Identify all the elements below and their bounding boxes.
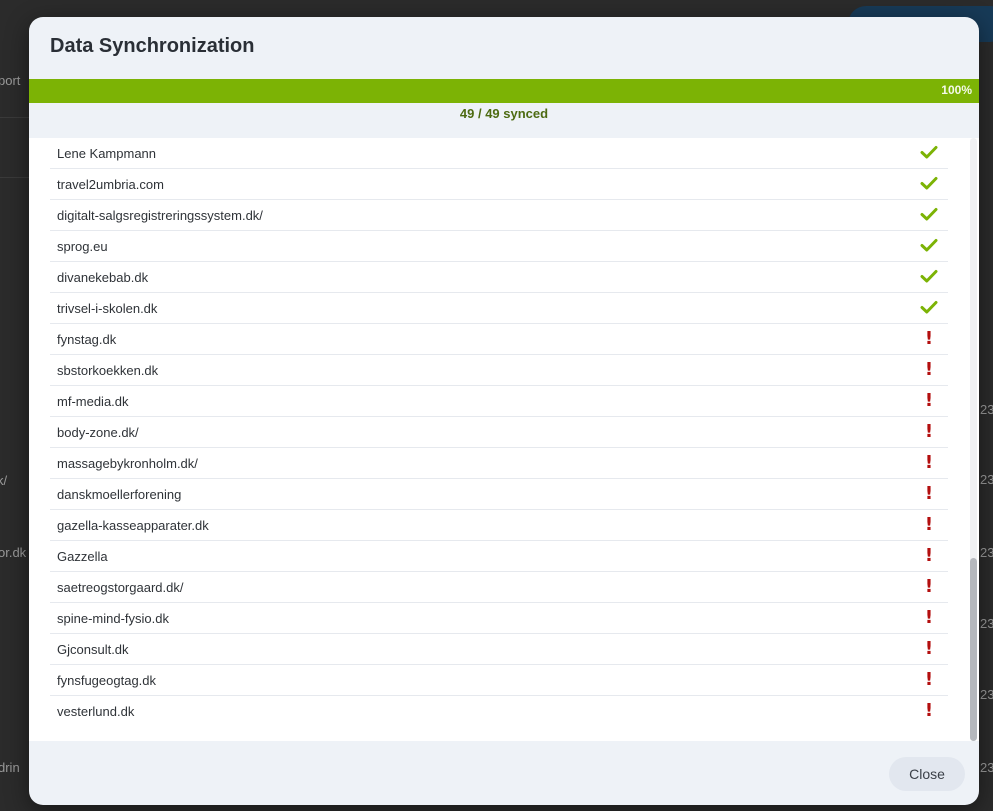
background-text-fragment: 23: [980, 687, 993, 702]
list-item: fynstag.dk!: [50, 324, 948, 355]
list-item: gazella-kasseapparater.dk!: [50, 510, 948, 541]
site-name: massagebykronholm.dk/: [57, 456, 198, 471]
close-button[interactable]: Close: [889, 757, 965, 791]
site-name: divanekebab.dk: [57, 270, 149, 285]
check-icon: [920, 267, 938, 287]
list-item: trivsel-i-skolen.dk: [50, 293, 948, 324]
sync-results-list[interactable]: Lene Kampmann travel2umbria.com digitalt-s…: [29, 138, 979, 741]
dialog-header: Data Synchronization: [29, 17, 979, 79]
check-icon: [920, 205, 938, 225]
exclamation-icon: !: [924, 514, 934, 535]
background-text-fragment: 23: [980, 472, 993, 487]
site-name: gazella-kasseapparater.dk: [57, 518, 209, 533]
site-name: mf-media.dk: [57, 394, 129, 409]
site-name: danskmoellerforening: [57, 487, 182, 502]
list-item: Gazzella!: [50, 541, 948, 572]
site-name: Gjconsult.dk: [57, 642, 129, 657]
site-name: vesterlund.dk: [57, 704, 135, 719]
check-icon: [920, 174, 938, 194]
site-name: Lene Kampmann: [57, 146, 157, 161]
site-name: fynsfugeogtag.dk: [57, 673, 157, 688]
exclamation-icon: !: [924, 638, 934, 659]
site-name: saetreogstorgaard.dk/: [57, 580, 184, 595]
list-item: body-zone.dk/!: [50, 417, 948, 448]
site-name: travel2umbria.com: [57, 177, 164, 192]
site-name: spine-mind-fysio.dk: [57, 611, 169, 626]
sync-count: 49 / 49 synced: [459, 106, 549, 121]
exclamation-icon: !: [924, 545, 934, 566]
list-item: digitalt-salgsregistreringssystem.dk/: [50, 200, 948, 231]
list-item: vesterlund.dk!: [50, 696, 948, 726]
list-item: fynsfugeogtag.dk!: [50, 665, 948, 696]
site-name: sbstorkoekken.dk: [57, 363, 159, 378]
site-name: digitalt-salgsregistreringssystem.dk/: [57, 208, 263, 223]
list-item: sprog.eu: [50, 231, 948, 262]
list-item: sbstorkoekken.dk!: [50, 355, 948, 386]
exclamation-icon: !: [924, 576, 934, 597]
scrollbar[interactable]: [970, 138, 977, 741]
background-text-fragment: or.dk: [0, 545, 27, 560]
sync-results-rows: Lene Kampmann travel2umbria.com digitalt-s…: [50, 138, 948, 726]
list-item: mf-media.dk!: [50, 386, 948, 417]
background-text-fragment: drin: [0, 760, 20, 775]
background-text-fragment: k/: [0, 473, 8, 488]
site-name: trivsel-i-skolen.dk: [57, 301, 158, 316]
exclamation-icon: !: [924, 328, 934, 349]
background-text-fragment: port: [0, 73, 21, 88]
sync-progress-bar: 100%: [29, 79, 979, 103]
site-name: body-zone.dk/: [57, 425, 139, 440]
sync-dialog: Data Synchronization 100% 49 / 49 synced…: [29, 17, 979, 805]
list-item: divanekebab.dk: [50, 262, 948, 293]
exclamation-icon: !: [924, 669, 934, 690]
exclamation-icon: !: [924, 359, 934, 380]
site-name: fynstag.dk: [57, 332, 117, 347]
exclamation-icon: !: [924, 483, 934, 504]
check-icon: [920, 298, 938, 318]
site-name: Gazzella: [57, 549, 108, 564]
scrollbar-thumb[interactable]: [970, 558, 977, 741]
exclamation-icon: !: [924, 452, 934, 473]
list-item: massagebykronholm.dk/!: [50, 448, 948, 479]
dialog-title: Data Synchronization: [50, 35, 255, 57]
list-item: spine-mind-fysio.dk!: [50, 603, 948, 634]
list-item: travel2umbria.com: [50, 169, 948, 200]
progress-fill: [29, 79, 979, 103]
background-text-fragment: 23: [980, 545, 993, 560]
site-name: sprog.eu: [57, 239, 108, 254]
list-item: Gjconsult.dk!: [50, 634, 948, 665]
list-item: Lene Kampmann: [50, 138, 948, 169]
progress-percent: 100%: [941, 83, 972, 97]
check-icon: [920, 143, 938, 163]
list-item: danskmoellerforening!: [50, 479, 948, 510]
exclamation-icon: !: [924, 390, 934, 411]
background-text-fragment: 23: [980, 616, 993, 631]
exclamation-icon: !: [924, 700, 934, 721]
background-text-fragment: 23: [980, 402, 993, 417]
list-item: saetreogstorgaard.dk/!: [50, 572, 948, 603]
background-text-fragment: 23: [980, 760, 993, 775]
dialog-footer: Close: [29, 741, 979, 805]
check-icon: [920, 236, 938, 256]
exclamation-icon: !: [924, 607, 934, 628]
exclamation-icon: !: [924, 421, 934, 442]
